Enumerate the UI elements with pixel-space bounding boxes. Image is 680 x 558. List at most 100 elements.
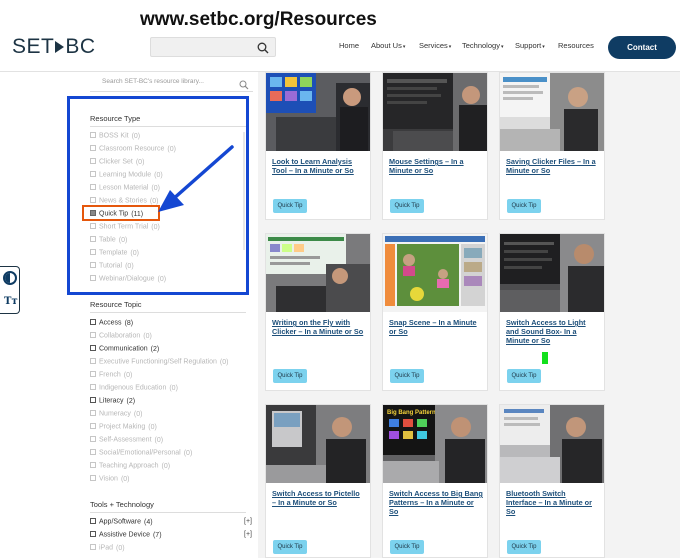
filter-option-indigenous-education[interactable]: Indigenous Education (0)	[90, 384, 178, 392]
resource-topic-heading: Resource Topic	[90, 300, 142, 309]
nav-technology[interactable]: Technology▾	[462, 41, 503, 50]
card-title-link[interactable]: Writing on the Fly with Clicker – In a Mi…	[272, 318, 363, 336]
nav-about-us[interactable]: About Us▾	[371, 41, 405, 50]
nav-technology-label: Technology	[462, 41, 500, 50]
filter-option-social-emotional[interactable]: Social/Emotional/Personal (0)	[90, 449, 192, 457]
card-title-link[interactable]: Switch Access to Pictello – In a Minute o…	[272, 489, 360, 507]
resource-card[interactable]: Switch Access to Light and Sound Box- In …	[499, 233, 605, 391]
card-title-line: Saving Clicker Files – In a	[506, 157, 596, 166]
option-label: Vision	[99, 475, 118, 483]
search-icon[interactable]	[239, 77, 249, 95]
quick-tip-tag[interactable]: Quick Tip	[390, 540, 424, 554]
option-label: Indigenous Education	[99, 384, 167, 392]
resource-card[interactable]: Snap Scene – In a Minute or So Quick Tip	[382, 233, 488, 391]
filter-option-assistive-device[interactable]: Assistive Device (7)	[90, 531, 162, 539]
nav-support[interactable]: Support▾	[515, 41, 545, 50]
resource-card[interactable]: Look to Learn Analysis Tool – In a Minute…	[265, 72, 371, 220]
resource-card[interactable]: Saving Clicker Files – In a Minute or So …	[499, 72, 605, 220]
checkbox[interactable]	[90, 449, 96, 455]
resource-card[interactable]: Switch Access to Pictello – In a Minute o…	[265, 404, 371, 558]
card-title-link[interactable]: Bluetooth Switch Interface – In a Minute …	[506, 489, 592, 516]
checkbox[interactable]	[90, 319, 96, 325]
search-icon[interactable]	[257, 41, 269, 59]
nav-home[interactable]: Home	[339, 41, 359, 50]
filter-option-access[interactable]: Access (8)	[90, 319, 133, 327]
filter-option-communication[interactable]: Communication (2)	[90, 345, 159, 353]
contact-button[interactable]: Contact	[608, 36, 676, 59]
checkbox[interactable]	[90, 531, 96, 537]
option-label: iPad	[99, 544, 114, 552]
card-title-line: Look to Learn Analysis	[272, 157, 353, 166]
filter-option-project-making[interactable]: Project Making (0)	[90, 423, 157, 431]
quick-tip-tag[interactable]: Quick Tip	[507, 199, 541, 213]
expand-assistive-device-button[interactable]: [+]	[244, 531, 252, 538]
checkbox[interactable]	[90, 332, 96, 338]
option-count: (4)	[144, 518, 153, 526]
checkbox[interactable]	[90, 436, 96, 442]
nav-resources[interactable]: Resources	[558, 41, 594, 50]
quick-tip-tag[interactable]: Quick Tip	[273, 369, 307, 383]
card-title-link[interactable]: Switch Access to Big Bang Patterns – In a…	[389, 489, 483, 516]
chevron-down-icon: ▾	[542, 44, 545, 50]
checkbox[interactable]	[90, 358, 96, 364]
card-title-line: Interface – In a Minute or	[506, 498, 592, 507]
card-title-link[interactable]: Mouse Settings – In a Minute or So	[389, 157, 464, 175]
checkbox[interactable]	[90, 462, 96, 468]
checkbox[interactable]	[90, 475, 96, 481]
quick-tip-tag[interactable]: Quick Tip	[390, 369, 424, 383]
card-thumbnail	[383, 73, 487, 151]
card-title-line: – In a Minute or So	[272, 498, 337, 507]
checkbox[interactable]	[90, 410, 96, 416]
option-count: (2)	[126, 397, 136, 405]
checkbox[interactable]	[90, 384, 96, 390]
quick-tip-tag[interactable]: Quick Tip	[273, 199, 307, 213]
resource-card[interactable]: Bluetooth Switch Interface – In a Minute …	[499, 404, 605, 558]
tools-technology-heading: Tools + Technology	[90, 500, 154, 509]
option-count: (0)	[219, 358, 229, 366]
card-title-line: Snap Scene – In a Minute	[389, 318, 477, 327]
card-thumbnail: Big Bang Patterns	[383, 405, 487, 483]
filter-option-self-assessment[interactable]: Self-Assessment (0)	[90, 436, 163, 444]
quick-tip-tag[interactable]: Quick Tip	[273, 540, 307, 554]
filter-option-executive-functioning[interactable]: Executive Functioning/Self Regulation (0)	[90, 358, 228, 366]
filter-option-numeracy[interactable]: Numeracy (0)	[90, 410, 142, 418]
resource-search-input[interactable]: Search SET-BC's resource library...	[90, 72, 253, 92]
resource-card[interactable]: Writing on the Fly with Clicker – In a Mi…	[265, 233, 371, 391]
resource-card[interactable]: Big Bang Patterns Switch Access to Big B…	[382, 404, 488, 558]
filter-option-teaching-approach[interactable]: Teaching Approach (0)	[90, 462, 170, 470]
expand-app-software-button[interactable]: [+]	[244, 518, 252, 525]
checkbox[interactable]	[90, 371, 96, 377]
option-label: Access	[99, 319, 122, 327]
quick-tip-tag[interactable]: Quick Tip	[507, 369, 541, 383]
filter-option-app-software[interactable]: App/Software (4)	[90, 518, 153, 526]
quick-tip-tag[interactable]: Quick Tip	[507, 540, 541, 554]
text-size-icon[interactable]: Tт	[4, 296, 18, 307]
checkbox[interactable]	[90, 518, 96, 524]
resource-card[interactable]: Mouse Settings – In a Minute or So Quick …	[382, 72, 488, 220]
card-thumbnail	[266, 405, 370, 483]
nav-services[interactable]: Services▾	[419, 41, 451, 50]
filter-option-ipad[interactable]: iPad (0)	[90, 544, 125, 552]
checkbox[interactable]	[90, 423, 96, 429]
card-title-link[interactable]: Saving Clicker Files – In a Minute or So	[506, 157, 596, 175]
checkbox[interactable]	[90, 397, 96, 403]
filter-option-french[interactable]: French (0)	[90, 371, 132, 379]
card-title-link[interactable]: Look to Learn Analysis Tool – In a Minute…	[272, 157, 354, 175]
filter-option-collaboration[interactable]: Collaboration (0)	[90, 332, 152, 340]
option-label: Executive Functioning/Self Regulation	[99, 358, 217, 366]
nav-resources-label: Resources	[558, 41, 594, 50]
header-search-input[interactable]	[150, 37, 276, 57]
card-title-link[interactable]: Snap Scene – In a Minute or So	[389, 318, 477, 336]
card-title-line: Minute or So	[506, 166, 551, 175]
contrast-icon[interactable]	[3, 271, 17, 285]
filter-option-vision[interactable]: Vision (0)	[90, 475, 130, 483]
quick-tip-tag[interactable]: Quick Tip	[390, 199, 424, 213]
filter-option-literacy[interactable]: Literacy (2)	[90, 397, 135, 405]
card-title-link[interactable]: Switch Access to Light and Sound Box- In …	[506, 318, 586, 345]
checkbox[interactable]	[90, 345, 96, 351]
checkbox[interactable]	[90, 544, 96, 550]
logo-text-right: BC	[65, 35, 96, 58]
card-title-line: Switch Access to Light	[506, 318, 586, 327]
setbc-logo[interactable]: SET BC	[12, 35, 96, 59]
card-thumbnail	[383, 234, 487, 312]
